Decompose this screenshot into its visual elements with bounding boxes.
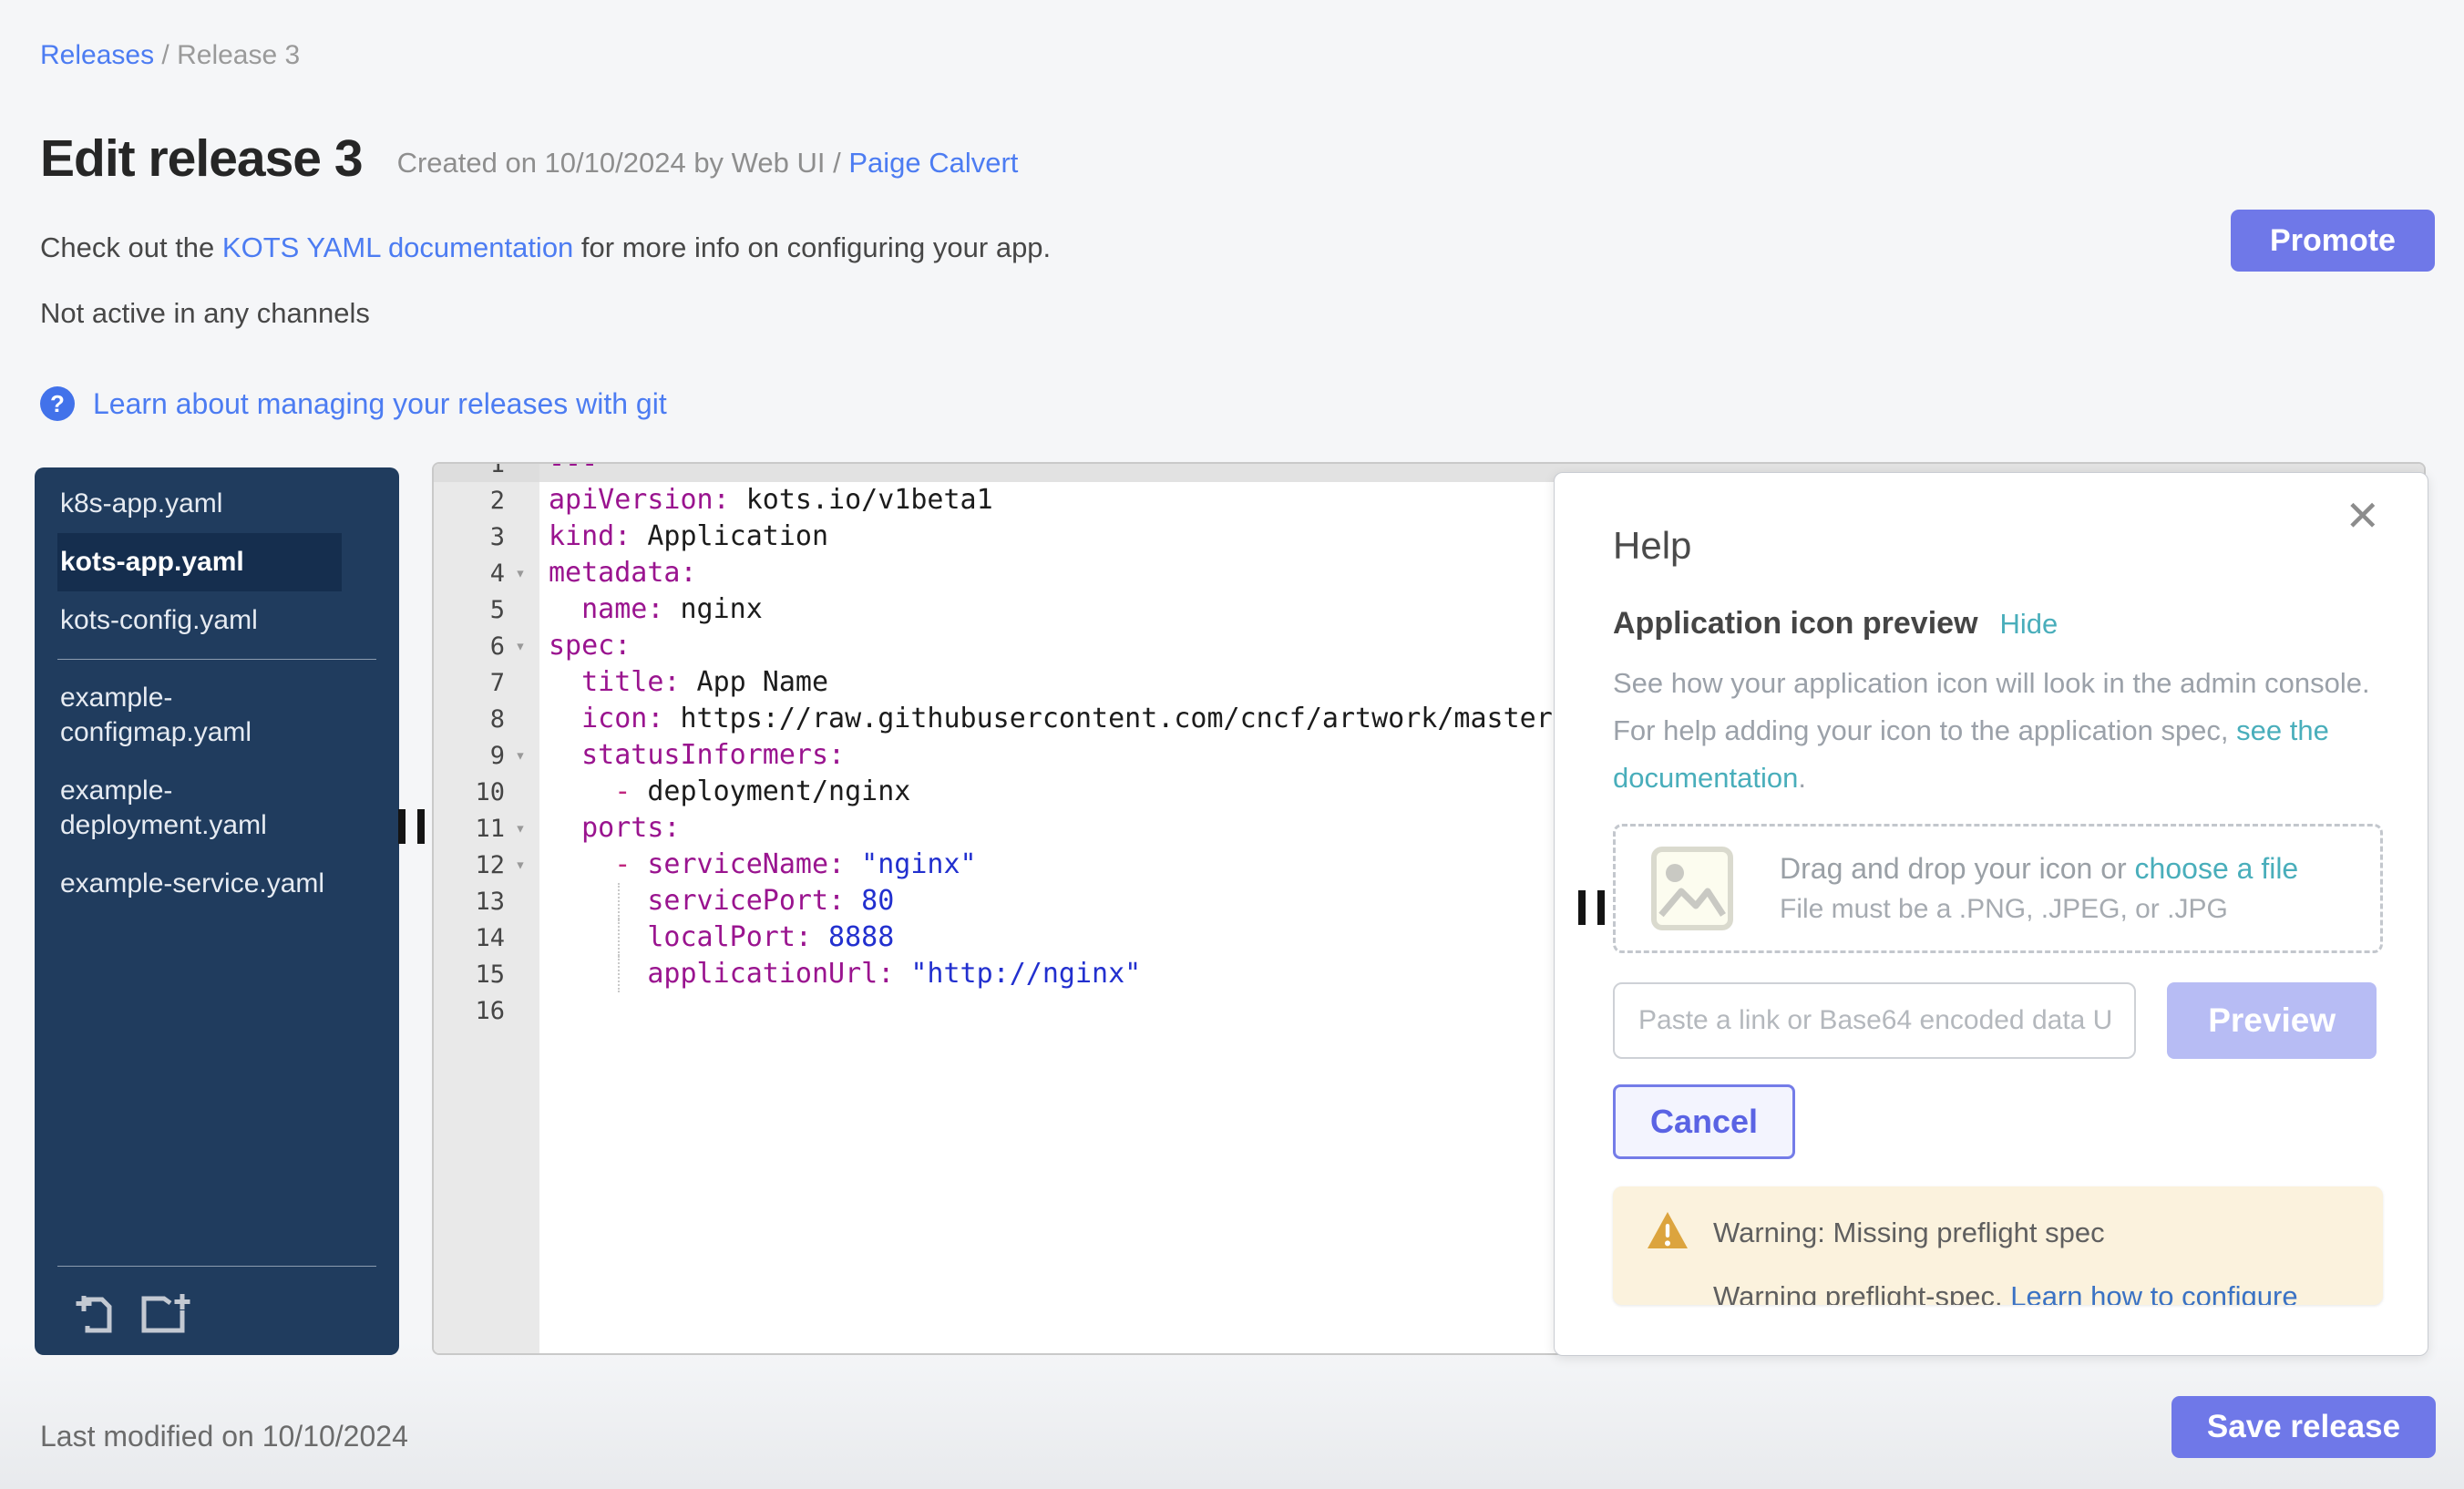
icon-preview-description: See how your application icon will look … [1613, 660, 2377, 802]
choose-file-link[interactable]: choose a file [2135, 852, 2299, 885]
channel-status: Not active in any channels [40, 297, 370, 330]
learn-configure-link[interactable]: Learn how to configure [2010, 1280, 2297, 1305]
created-text: Created on 10/10/2024 by Web UI / Paige … [397, 147, 1019, 188]
save-release-button[interactable]: Save release [2171, 1396, 2436, 1458]
created-author-link[interactable]: Paige Calvert [848, 147, 1018, 179]
docs-line: Check out the KOTS YAML documentation fo… [40, 231, 1051, 264]
preflight-warning: Warning: Missing preflight spec Warning … [1613, 1186, 2383, 1305]
gutter-line-7: 7 [434, 664, 539, 701]
sidebar-resize-handle[interactable] [398, 809, 425, 844]
gutter-line-2: 2 [434, 482, 539, 519]
fold-arrow-icon[interactable]: ▾ [505, 745, 536, 765]
breadcrumb-separator: / [154, 40, 177, 70]
sidebar-bottom-divider [57, 1266, 376, 1267]
help-panel-resize-handle[interactable] [1578, 890, 1605, 925]
gutter-line-11: 11▾ [434, 810, 539, 847]
gutter-line-13: 13 [434, 883, 539, 919]
breadcrumb-releases-link[interactable]: Releases [40, 40, 154, 70]
gutter-line-4: 4▾ [434, 555, 539, 591]
sidebar-file-example-service-yaml[interactable]: example-service.yaml [57, 855, 342, 913]
gutter-line-15: 15 [434, 956, 539, 992]
icon-preview-heading: Application icon preview [1613, 606, 1978, 642]
fold-arrow-icon[interactable]: ▾ [505, 855, 536, 875]
sidebar-file-kots-app-yaml[interactable]: kots-app.yaml [57, 533, 342, 591]
gutter-line-12: 12▾ [434, 847, 539, 883]
gutter-line-3: 3 [434, 519, 539, 555]
sidebar-file-kots-config-yaml[interactable]: kots-config.yaml [57, 591, 342, 650]
icon-url-input[interactable] [1613, 982, 2136, 1059]
question-circle-icon: ? [40, 386, 75, 421]
help-panel: ✕ Help Application icon preview Hide See… [1554, 472, 2428, 1356]
page-title: Edit release 3 [40, 129, 363, 188]
warning-title: Warning: Missing preflight spec [1713, 1217, 2105, 1249]
help-panel-title: Help [1613, 524, 2377, 568]
sidebar-file-k8s-app-yaml[interactable]: k8s-app.yaml [57, 475, 342, 533]
gutter-line-16: 16 [434, 992, 539, 1029]
dropzone-label: Drag and drop your icon or choose a file [1780, 852, 2298, 886]
file-sidebar: k8s-app.yamlkots-app.yamlkots-config.yam… [35, 467, 399, 1355]
gutter-line-10: 10 [434, 774, 539, 810]
close-icon[interactable]: ✕ [2345, 495, 2380, 537]
image-placeholder-icon [1650, 846, 1734, 931]
file-requirements: File must be a .PNG, .JPEG, or .JPG [1780, 894, 2298, 925]
add-folder-icon [140, 1323, 191, 1337]
add-folder-button[interactable] [140, 1292, 191, 1337]
file-list-bottom: example-configmap.yamlexample-deployment… [35, 669, 399, 913]
created-prefix: Created on 10/10/2024 by Web UI / [397, 147, 849, 179]
fold-arrow-icon[interactable]: ▾ [505, 563, 536, 583]
sidebar-bottom [35, 1257, 399, 1355]
breadcrumb-current: Release 3 [177, 40, 300, 70]
gutter-line-9: 9▾ [434, 737, 539, 774]
preview-button[interactable]: Preview [2167, 982, 2377, 1059]
gutter-line-6: 6▾ [434, 628, 539, 664]
icon-dropzone[interactable]: Drag and drop your icon or choose a file… [1613, 824, 2383, 953]
warning-detail: Warning preflight-spec. Learn how to con… [1713, 1280, 2383, 1305]
warning-triangle-icon [1646, 1210, 1689, 1255]
hide-link[interactable]: Hide [2000, 608, 2058, 641]
add-file-icon [75, 1323, 118, 1337]
cancel-button[interactable]: Cancel [1613, 1084, 1795, 1159]
gutter-line-8: 8 [434, 701, 539, 737]
gutter-line-5: 5 [434, 591, 539, 628]
editor-gutter: 1234▾56▾789▾1011▾12▾13141516 [434, 464, 539, 1353]
sidebar-file-example-configmap-yaml[interactable]: example-configmap.yaml [57, 669, 342, 762]
sidebar-file-example-deployment-yaml[interactable]: example-deployment.yaml [57, 762, 342, 855]
git-releases-link[interactable]: Learn about managing your releases with … [93, 387, 667, 421]
title-row: Edit release 3 Created on 10/10/2024 by … [40, 129, 1018, 188]
promote-button[interactable]: Promote [2231, 210, 2435, 272]
gutter-line-1: 1 [434, 464, 539, 482]
kots-docs-link[interactable]: KOTS YAML documentation [222, 231, 573, 263]
breadcrumb: Releases / Release 3 [40, 40, 300, 71]
file-list-top: k8s-app.yamlkots-app.yamlkots-config.yam… [35, 475, 399, 650]
sidebar-divider [57, 659, 376, 660]
add-file-button[interactable] [75, 1292, 118, 1337]
docs-pre: Check out the [40, 231, 222, 263]
fold-arrow-icon[interactable]: ▾ [505, 636, 536, 656]
fold-arrow-icon[interactable]: ▾ [505, 818, 536, 838]
docs-post: for more info on configuring your app. [573, 231, 1051, 263]
last-modified-text: Last modified on 10/10/2024 [40, 1420, 408, 1453]
gutter-line-14: 14 [434, 919, 539, 956]
git-help-row[interactable]: ? Learn about managing your releases wit… [40, 386, 667, 421]
